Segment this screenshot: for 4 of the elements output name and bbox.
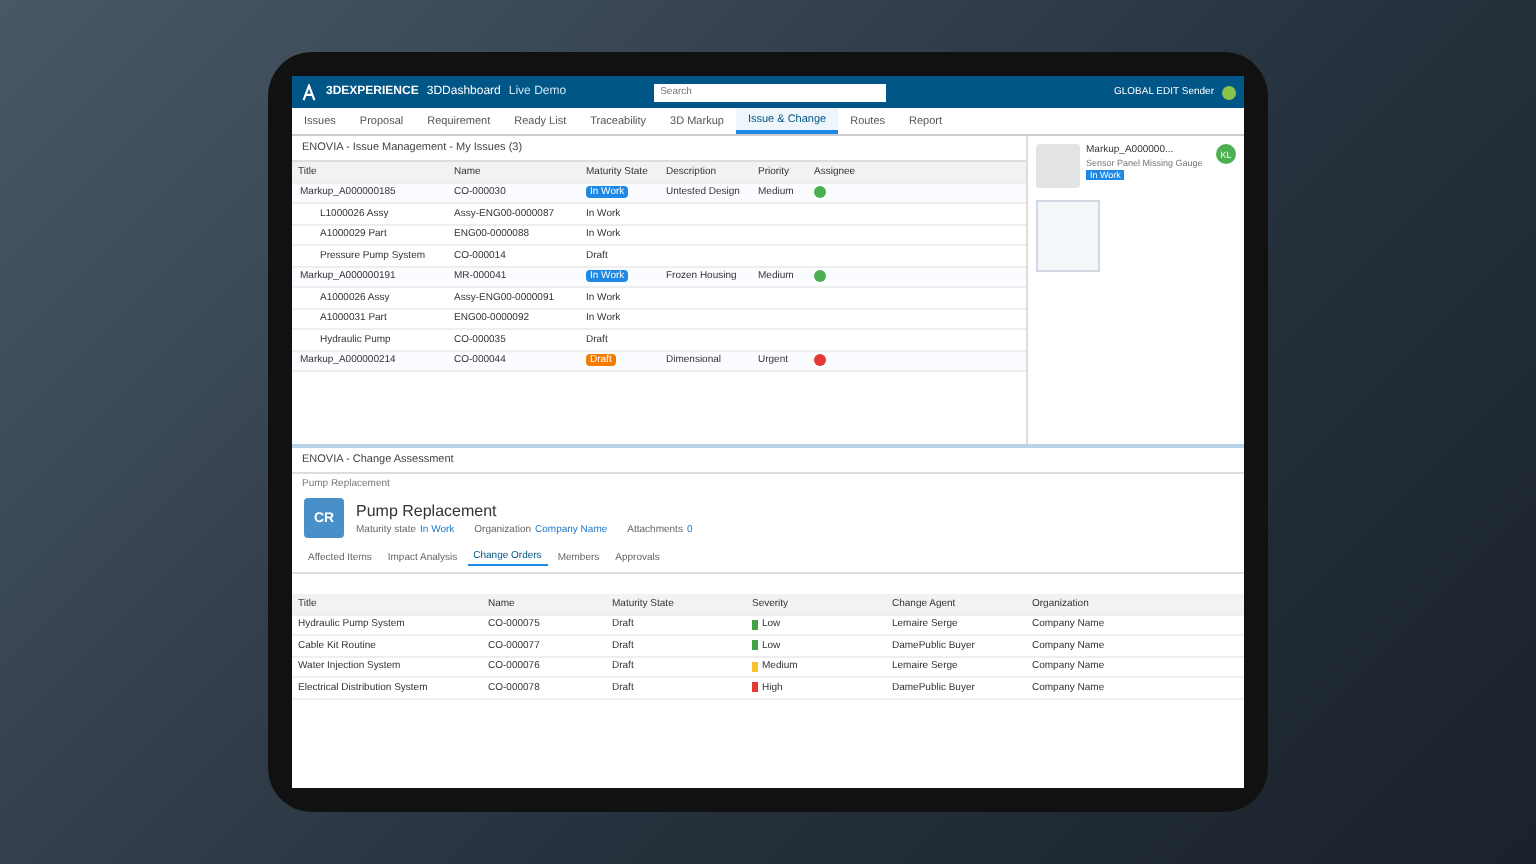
logo-icon [300,83,318,101]
user-avatar[interactable] [1222,85,1236,99]
change-title: Pump Replacement [356,501,499,519]
document-icon [1036,200,1100,272]
